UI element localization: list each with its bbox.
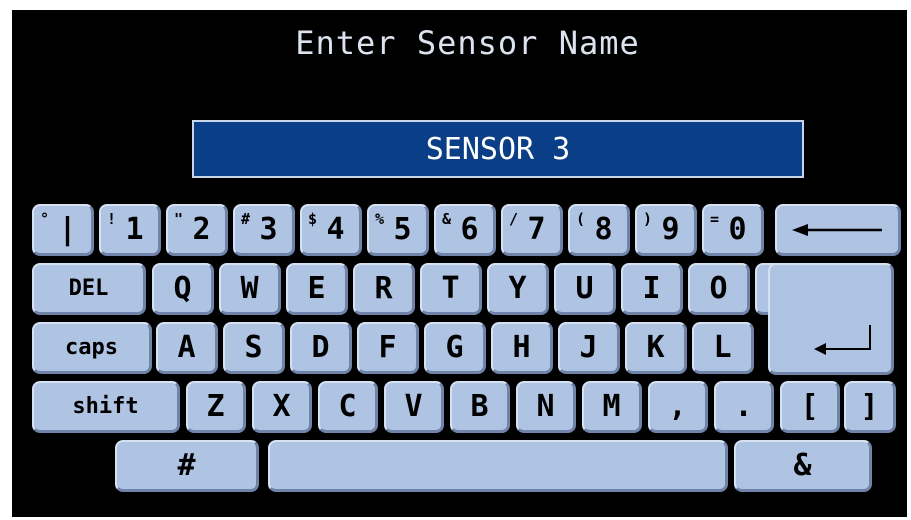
key-r[interactable]: R xyxy=(353,263,415,315)
key-period[interactable]: . xyxy=(714,381,774,433)
sensor-name-input[interactable]: SENSOR 3 xyxy=(192,120,804,178)
key-m[interactable]: M xyxy=(582,381,642,433)
key-z[interactable]: Z xyxy=(186,381,246,433)
key-b[interactable]: B xyxy=(450,381,510,433)
key-t[interactable]: T xyxy=(420,263,482,315)
key-i[interactable]: I xyxy=(621,263,683,315)
key-6[interactable]: & 6 xyxy=(434,204,496,256)
key-w[interactable]: W xyxy=(219,263,281,315)
key-7[interactable]: /7 xyxy=(501,204,563,256)
left-arrow-icon xyxy=(791,223,882,236)
shift-key[interactable]: shift xyxy=(32,381,180,433)
key-1[interactable]: ! 1 xyxy=(99,204,161,256)
enter-key[interactable] xyxy=(768,263,894,375)
key-4[interactable]: $4 xyxy=(300,204,362,256)
key-y[interactable]: Y xyxy=(487,263,549,315)
key-left-bracket[interactable]: [ xyxy=(780,381,840,433)
key-f[interactable]: F xyxy=(357,322,419,374)
key-x[interactable]: X xyxy=(252,381,312,433)
key-e[interactable]: E xyxy=(286,263,348,315)
key-l[interactable]: L xyxy=(692,322,754,374)
key-9[interactable]: ) 9 xyxy=(635,204,697,256)
key-v[interactable]: V xyxy=(384,381,444,433)
key-u[interactable]: U xyxy=(554,263,616,315)
caps-key[interactable]: caps xyxy=(32,322,152,374)
key-a[interactable]: A xyxy=(156,322,218,374)
key-g[interactable]: G xyxy=(424,322,486,374)
key-h[interactable]: H xyxy=(491,322,553,374)
hash-key[interactable]: # xyxy=(115,440,259,492)
delete-key[interactable]: DEL xyxy=(32,263,146,315)
key-d[interactable]: D xyxy=(290,322,352,374)
key-3[interactable]: #3 xyxy=(233,204,295,256)
ampersand-key[interactable]: & xyxy=(734,440,872,492)
key-s[interactable]: S xyxy=(223,322,285,374)
key-q[interactable]: Q xyxy=(152,263,214,315)
key-n[interactable]: N xyxy=(516,381,576,433)
key-c[interactable]: C xyxy=(318,381,378,433)
key-0[interactable]: = 0 xyxy=(702,204,764,256)
key-o[interactable]: O xyxy=(688,263,750,315)
enter-return-icon xyxy=(814,325,871,355)
device-screen: Enter Sensor Name SENSOR 3 ° |! 1 " 2 #3 $4% 5 &… xyxy=(12,10,907,517)
backspace-key[interactable] xyxy=(775,204,901,256)
key-j[interactable]: J xyxy=(558,322,620,374)
key-2[interactable]: " 2 xyxy=(166,204,228,256)
key-comma[interactable]: , xyxy=(648,381,708,433)
space-key[interactable] xyxy=(268,440,728,492)
key-k[interactable]: K xyxy=(625,322,687,374)
dialog-title: Enter Sensor Name xyxy=(295,24,640,62)
key-degree-pipe[interactable]: ° | xyxy=(32,204,94,256)
key-right-bracket[interactable]: ] xyxy=(844,381,896,433)
key-5[interactable]: % 5 xyxy=(367,204,429,256)
key-8[interactable]: (8 xyxy=(568,204,630,256)
